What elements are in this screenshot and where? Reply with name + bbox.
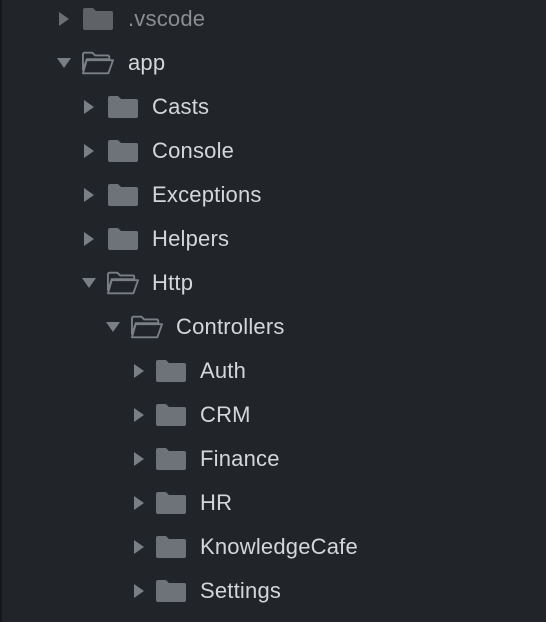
tree-item-vscode[interactable]: .vscode <box>2 0 546 41</box>
tree-item-label: Http <box>152 270 194 295</box>
chevron-right-icon[interactable] <box>57 12 71 26</box>
chevron-down-icon[interactable] <box>106 320 120 334</box>
tree-item-auth[interactable]: Auth <box>2 349 546 393</box>
folder-icon <box>155 402 187 428</box>
tree-item-exceptions[interactable]: Exceptions <box>2 173 546 217</box>
tree-item-label: Settings <box>200 578 282 603</box>
file-explorer-tree: .vscode app Casts Console Exceptions Hel… <box>0 0 546 622</box>
chevron-down-icon[interactable] <box>82 276 96 290</box>
folder-icon <box>107 138 139 164</box>
folder-icon <box>155 358 187 384</box>
tree-item-label: Console <box>152 138 235 163</box>
tree-item-controllers[interactable]: Controllers <box>2 305 546 349</box>
tree-item-label: HR <box>200 490 233 515</box>
chevron-right-icon[interactable] <box>82 188 96 202</box>
tree-item-console[interactable]: Console <box>2 129 546 173</box>
chevron-right-icon[interactable] <box>132 364 146 378</box>
chevron-right-icon[interactable] <box>132 408 146 422</box>
tree-item-label: Controllers <box>176 314 285 339</box>
tree-item-label: Helpers <box>152 226 230 251</box>
folder-open-icon <box>82 50 114 76</box>
tree-item-label: Casts <box>152 94 210 119</box>
tree-item-label: Finance <box>200 446 280 471</box>
folder-icon <box>155 534 187 560</box>
tree-item-settings[interactable]: Settings <box>2 569 546 613</box>
folder-open-icon <box>107 270 139 296</box>
folder-icon <box>107 182 139 208</box>
tree-item-knowledgecafe[interactable]: KnowledgeCafe <box>2 525 546 569</box>
tree-item-casts[interactable]: Casts <box>2 85 546 129</box>
tree-item-label: CRM <box>200 402 251 427</box>
tree-item-label: .vscode <box>128 6 206 31</box>
tree-item-hr[interactable]: HR <box>2 481 546 525</box>
folder-icon <box>107 226 139 252</box>
tree-item-label: KnowledgeCafe <box>200 534 358 559</box>
tree-item-finance[interactable]: Finance <box>2 437 546 481</box>
chevron-right-icon[interactable] <box>82 232 96 246</box>
chevron-right-icon[interactable] <box>132 540 146 554</box>
folder-open-icon <box>131 314 163 340</box>
folder-icon <box>155 490 187 516</box>
folder-icon <box>155 578 187 604</box>
folder-icon <box>107 94 139 120</box>
tree-item-label: Exceptions <box>152 182 262 207</box>
chevron-right-icon[interactable] <box>82 144 96 158</box>
tree-item-helpers[interactable]: Helpers <box>2 217 546 261</box>
chevron-right-icon[interactable] <box>132 496 146 510</box>
chevron-right-icon[interactable] <box>82 100 96 114</box>
tree-item-crm[interactable]: CRM <box>2 393 546 437</box>
chevron-down-icon[interactable] <box>57 56 71 70</box>
folder-icon <box>82 6 114 32</box>
tree-item-label: Auth <box>200 358 247 383</box>
chevron-right-icon[interactable] <box>132 452 146 466</box>
chevron-right-icon[interactable] <box>132 584 146 598</box>
tree-item-app[interactable]: app <box>2 41 546 85</box>
folder-icon <box>155 446 187 472</box>
tree-item-http[interactable]: Http <box>2 261 546 305</box>
tree-item-label: app <box>128 50 166 75</box>
